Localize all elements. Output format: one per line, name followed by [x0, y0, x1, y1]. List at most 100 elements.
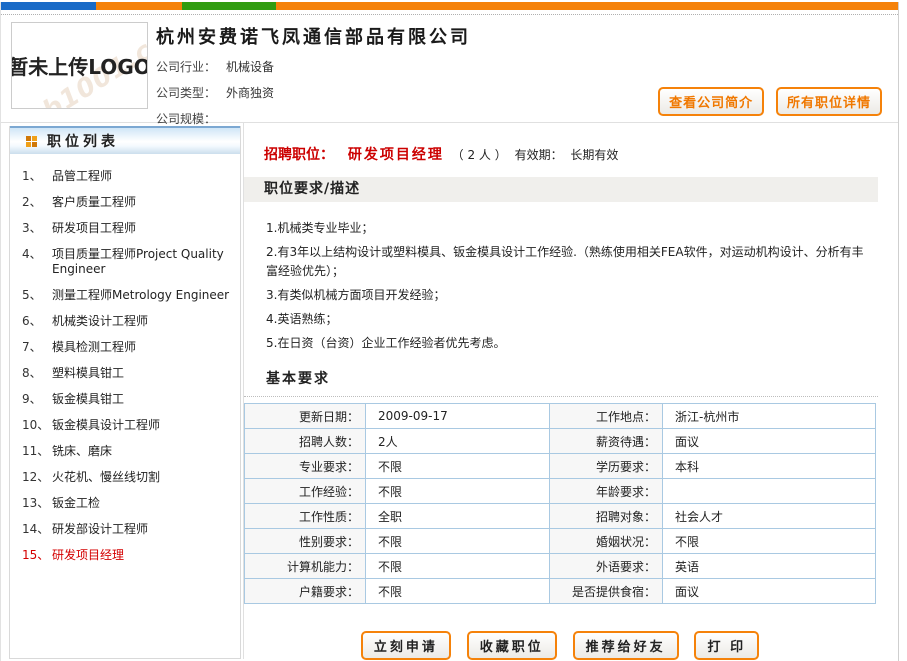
header-buttons: 查看公司简介 所有职位详情: [650, 87, 882, 116]
row-value: [663, 479, 876, 504]
row-label: 招聘对象：: [550, 504, 663, 529]
validity-label: 有效期：: [515, 148, 563, 162]
requirements-section-header: 职位要求/描述: [244, 177, 878, 202]
sidebar-item-2[interactable]: 2、客户质量工程师: [22, 195, 234, 210]
company-industry-row: 公司行业：机械设备: [156, 58, 898, 75]
row-value: 不限: [663, 529, 876, 554]
desc-line: 5.在日资（台资）企业工作经验者优先考虑。: [266, 334, 872, 353]
row-label: 招聘人数：: [245, 429, 366, 454]
job-heading: 招聘职位： 研发项目经理 （ 2 人 ） 有效期： 长期有效: [264, 144, 878, 164]
desc-line: 2.有3年以上结构设计或塑料模具、钣金模具设计工作经验.（熟练使用相关FEA软件…: [266, 243, 872, 281]
apply-now-button[interactable]: 立刻申请: [361, 631, 451, 660]
company-industry-value: 机械设备: [226, 60, 274, 74]
print-button[interactable]: 打 印: [694, 631, 759, 660]
desc-line: 3.有类似机械方面项目开发经验；: [266, 286, 872, 305]
sidebar-item-4[interactable]: 4、项目质量工程师Project Quality Engineer: [22, 247, 234, 277]
item-label: 品管工程师: [52, 169, 234, 184]
view-company-profile-button[interactable]: 查看公司简介: [658, 87, 764, 116]
job-title: 研发项目经理: [348, 147, 444, 163]
item-number: 5、: [22, 288, 52, 303]
row-label: 计算机能力：: [245, 554, 366, 579]
recommend-to-friend-button[interactable]: 推荐给好友: [573, 631, 679, 660]
row-value: 面议: [663, 429, 876, 454]
sidebar-item-9[interactable]: 9、钣金模具钳工: [22, 392, 234, 407]
item-label: 研发部设计工程师: [52, 522, 234, 537]
item-label: 钣金模具钳工: [52, 392, 234, 407]
company-header: job1001.com 暂未上传LOGO 杭州安费诺飞凤通信部品有限公司 公司行…: [1, 15, 898, 122]
job-detail-panel: 招聘职位： 研发项目经理 （ 2 人 ） 有效期： 长期有效 职位要求/描述 1…: [243, 123, 898, 659]
item-label: 模具检测工程师: [52, 340, 234, 355]
row-label: 是否提供食宿：: [550, 579, 663, 604]
sidebar-item-15-selected[interactable]: 15、研发项目经理: [22, 548, 234, 563]
company-name: 杭州安费诺飞凤通信部品有限公司: [156, 23, 898, 49]
row-label: 薪资待遇：: [550, 429, 663, 454]
sidebar-item-8[interactable]: 8、塑料模具钳工: [22, 366, 234, 381]
topbar-segment-orange-2: [276, 2, 898, 10]
item-label: 机械类设计工程师: [52, 314, 234, 329]
sidebar-item-12[interactable]: 12、火花机、慢丝线切割: [22, 470, 234, 485]
sidebar-item-10[interactable]: 10、钣金模具设计工程师: [22, 418, 234, 433]
company-type-value: 外商独资: [226, 86, 274, 100]
row-value: 不限: [366, 579, 550, 604]
grid-bullet-icon: [26, 136, 37, 147]
row-label: 工作地点：: [550, 404, 663, 429]
item-number: 6、: [22, 314, 52, 329]
job-list-header: 职位列表: [10, 126, 240, 154]
row-value: 浙江-杭州市: [663, 404, 876, 429]
item-number: 14、: [22, 522, 52, 537]
all-jobs-detail-button[interactable]: 所有职位详情: [776, 87, 882, 116]
sidebar-item-13[interactable]: 13、钣金工检: [22, 496, 234, 511]
company-scale-label: 公司规模：: [156, 112, 216, 126]
body: 职位列表 1、品管工程师 2、客户质量工程师 3、研发项目工程师 4、项目质量工…: [1, 122, 898, 659]
item-number: 3、: [22, 221, 52, 236]
item-label: 项目质量工程师Project Quality Engineer: [52, 247, 234, 277]
row-value: 不限: [366, 479, 550, 504]
item-label: 铣床、磨床: [52, 444, 234, 459]
job-label: 招聘职位：: [264, 147, 334, 163]
sidebar-item-7[interactable]: 7、模具检测工程师: [22, 340, 234, 355]
item-label: 研发项目工程师: [52, 221, 234, 236]
row-label: 学历要求：: [550, 454, 663, 479]
row-label: 性别要求：: [245, 529, 366, 554]
row-value: 社会人才: [663, 504, 876, 529]
desc-line: 1.机械类专业毕业；: [266, 219, 872, 238]
item-label: 钣金工检: [52, 496, 234, 511]
page: job1001.com 暂未上传LOGO 杭州安费诺飞凤通信部品有限公司 公司行…: [0, 2, 899, 661]
row-label: 年龄要求：: [550, 479, 663, 504]
row-label: 户籍要求：: [245, 579, 366, 604]
item-number: 2、: [22, 195, 52, 210]
sidebar-item-1[interactable]: 1、品管工程师: [22, 169, 234, 184]
item-number: 7、: [22, 340, 52, 355]
row-label: 工作性质：: [245, 504, 366, 529]
sidebar-item-3[interactable]: 3、研发项目工程师: [22, 221, 234, 236]
row-value: 本科: [663, 454, 876, 479]
row-label: 外语要求：: [550, 554, 663, 579]
logo-placeholder-text: 暂未上传LOGO: [11, 51, 148, 80]
row-label: 专业要求：: [245, 454, 366, 479]
item-label: 火花机、慢丝线切割: [52, 470, 234, 485]
favorite-job-button[interactable]: 收藏职位: [467, 631, 557, 660]
row-label: 婚姻状况：: [550, 529, 663, 554]
desc-line: 4.英语熟练；: [266, 310, 872, 329]
company-logo-placeholder: job1001.com 暂未上传LOGO: [11, 22, 148, 109]
table-row: 性别要求： 不限 婚姻状况： 不限: [245, 529, 876, 554]
job-list-title: 职位列表: [47, 131, 119, 151]
sidebar-item-6[interactable]: 6、机械类设计工程师: [22, 314, 234, 329]
job-list: 1、品管工程师 2、客户质量工程师 3、研发项目工程师 4、项目质量工程师Pro…: [10, 154, 240, 584]
item-number: 8、: [22, 366, 52, 381]
job-headcount: （ 2 人 ）: [452, 148, 507, 162]
row-label: 更新日期：: [245, 404, 366, 429]
sidebar-item-5[interactable]: 5、测量工程师Metrology Engineer: [22, 288, 234, 303]
item-label: 钣金模具设计工程师: [52, 418, 234, 433]
item-number: 13、: [22, 496, 52, 511]
table-row: 工作性质： 全职 招聘对象： 社会人才: [245, 504, 876, 529]
item-number: 4、: [22, 247, 52, 277]
row-value: 不限: [366, 529, 550, 554]
item-label: 测量工程师Metrology Engineer: [52, 288, 234, 303]
row-value: 英语: [663, 554, 876, 579]
sidebar-item-11[interactable]: 11、铣床、磨床: [22, 444, 234, 459]
item-number: 1、: [22, 169, 52, 184]
action-buttons: 立刻申请 收藏职位 推荐给好友 打 印: [244, 631, 876, 660]
sidebar-item-14[interactable]: 14、研发部设计工程师: [22, 522, 234, 537]
row-value: 2人: [366, 429, 550, 454]
